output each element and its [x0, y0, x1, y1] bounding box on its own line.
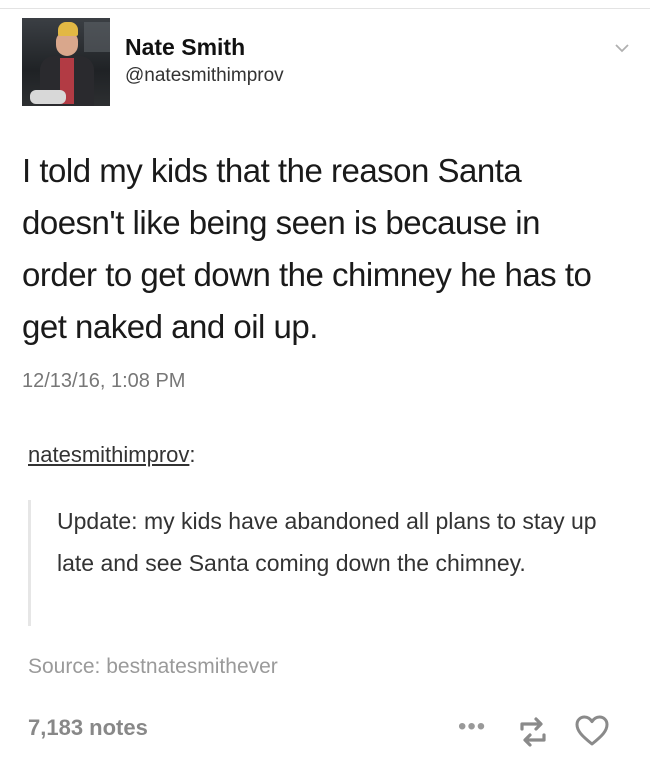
top-divider [0, 0, 650, 9]
tweet-text: I told my kids that the reason Santa doe… [22, 152, 592, 345]
tweet-timestamp[interactable]: 12/13/16, 1:08 PM [22, 370, 185, 393]
author-handle[interactable]: @natesmithimprov [125, 65, 284, 87]
reblog-icon[interactable] [516, 715, 550, 749]
reblog-colon: : [189, 442, 196, 467]
reblog-username-link[interactable]: natesmithimprov [28, 442, 189, 467]
tweet-header: Nate Smith @natesmithimprov [22, 18, 632, 110]
avatar-hat [58, 22, 78, 36]
notes-count[interactable]: 7,183 notes [28, 715, 148, 741]
reblog-quote: Update: my kids have abandoned all plans… [28, 500, 621, 626]
avatar[interactable] [22, 18, 110, 106]
post-footer: 7,183 notes ••• [0, 705, 650, 755]
avatar-background-light [84, 22, 110, 52]
heart-icon[interactable] [574, 713, 610, 749]
more-options-button[interactable]: ••• [458, 713, 486, 741]
reblog-attribution: natesmithimprov: [28, 442, 196, 468]
source-link[interactable]: Source: bestnatesmithever [28, 655, 278, 679]
author-name[interactable]: Nate Smith [125, 34, 245, 61]
avatar-prop [30, 90, 66, 104]
reblog-quote-text: Update: my kids have abandoned all plans… [57, 508, 597, 576]
chevron-down-icon[interactable] [614, 40, 630, 56]
